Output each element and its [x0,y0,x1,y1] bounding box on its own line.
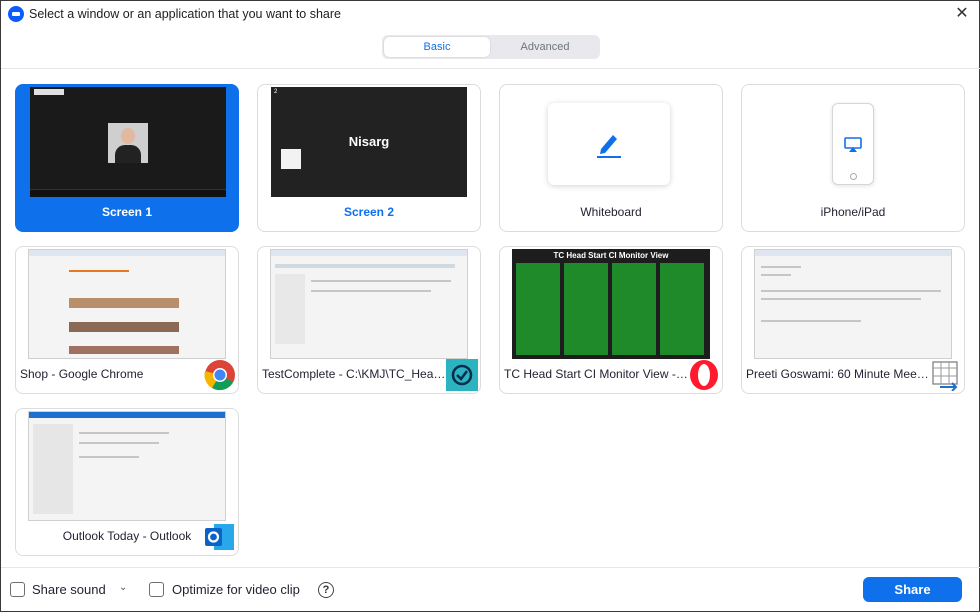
text-line [79,442,159,444]
text-line [79,456,139,458]
optimize-video-checkbox[interactable] [149,582,164,597]
pencil-icon [597,135,621,158]
airplay-icon [844,137,862,152]
window-titlebar [271,250,467,256]
text-line [79,432,169,434]
product-row [69,298,179,308]
text-line [311,280,451,282]
share-option-outlook[interactable]: Outlook Today - Outlook [15,408,239,556]
product-row [69,346,179,354]
text-line [761,320,861,322]
window-titlebar [29,412,225,418]
share-dialog: Select a window or an application that y… [0,0,980,612]
home-button [850,173,857,180]
divider [1,567,980,568]
title-bar: Select a window or an application that y… [1,1,980,29]
share-option-opera[interactable]: TC Head Start CI Monitor View TC Head St… [499,246,723,394]
share-sound-dropdown-chevron-icon[interactable]: ⌄ [119,582,127,593]
monitor-title: TC Head Start CI Monitor View [553,251,669,260]
share-option-testcomplete[interactable]: TestComplete - C:\KMJ\TC_Head... [257,246,481,394]
text-line [761,274,791,276]
card-label: Shop - Google Chrome [20,367,144,381]
text-line [761,266,801,268]
participant-name: Nisarg [348,134,390,149]
window-titlebar [29,250,225,256]
screen-2-thumbnail: 2 Nisarg [271,87,467,197]
folder-pane [33,424,73,514]
testcomplete-thumbnail [270,249,468,359]
screen-number: 2 [274,89,278,95]
whiteboard-preview [548,103,670,185]
share-button[interactable]: Share [863,577,962,602]
status-grid [516,263,706,355]
tree-panel [275,274,305,344]
share-option-meeting[interactable]: Preeti Goswami: 60 Minute Meeti... [741,246,965,394]
meeting-toolbar [30,189,226,197]
mini-window [34,89,64,95]
card-label: Screen 1 [101,205,153,219]
outlook-thumbnail [28,411,226,521]
text-line [311,290,431,292]
site-header [69,270,129,272]
card-label: iPhone/iPad [820,205,886,219]
share-option-chrome[interactable]: Shop - Google Chrome [15,246,239,394]
help-icon[interactable]: ? [318,582,334,598]
share-option-screen-1[interactable]: Screen 1 [15,84,239,232]
text-line [761,298,921,300]
chrome-thumbnail [28,249,226,359]
share-sound-checkbox[interactable] [10,582,25,597]
card-label: Whiteboard [580,205,642,219]
text-line [761,290,941,292]
screen-1-thumbnail [30,87,226,197]
card-label: Preeti Goswami: 60 Minute Meeti... [746,367,933,381]
window-titlebar [755,250,951,256]
card-label: TestComplete - C:\KMJ\TC_Head... [262,367,451,381]
share-mode-tabs: Basic Advanced [382,35,600,59]
product-row [69,322,179,332]
tab-basic[interactable]: Basic [384,37,490,57]
divider [1,68,980,69]
mini-panel [281,149,301,169]
window-title: Select a window or an application that y… [29,7,341,21]
share-option-iphone-ipad[interactable]: iPhone/iPad [741,84,965,232]
card-label: Screen 2 [343,205,395,219]
optimize-video-label: Optimize for video clip [172,582,300,597]
card-label: TC Head Start CI Monitor View - ... [504,367,690,381]
close-button[interactable]: ✕ [953,5,971,23]
zoom-logo-icon [8,6,24,22]
card-label: Outlook Today - Outlook [62,529,192,543]
ci-monitor-thumbnail: TC Head Start CI Monitor View [512,249,710,359]
toolbar-strip [275,264,455,268]
participant-photo [108,123,148,163]
share-option-whiteboard[interactable]: Whiteboard [499,84,723,232]
meeting-thumbnail [754,249,952,359]
share-option-screen-2[interactable]: 2 Nisarg Screen 2 [257,84,481,232]
tab-advanced[interactable]: Advanced [492,37,598,57]
share-sound-label: Share sound [32,582,106,597]
